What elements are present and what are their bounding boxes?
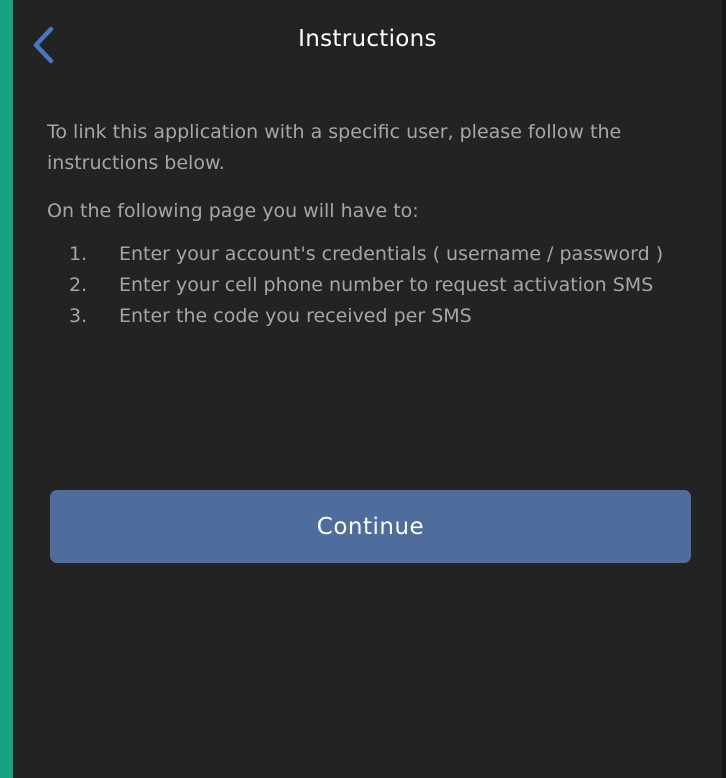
list-item: 1. Enter your account's credentials ( us…: [47, 239, 687, 270]
step-text: Enter your account's credentials ( usern…: [119, 243, 664, 265]
page-title: Instructions: [298, 26, 437, 52]
navigation-bar: Instructions: [13, 0, 722, 90]
step-text: Enter your cell phone number to request …: [119, 274, 654, 296]
steps-lead-text: On the following page you will have to:: [47, 200, 419, 222]
step-text: Enter the code you received per SMS: [119, 305, 472, 327]
step-number: 1.: [69, 243, 88, 265]
steps-list: 1. Enter your account's credentials ( us…: [47, 239, 687, 332]
continue-button[interactable]: Continue: [50, 490, 691, 563]
list-item: 2. Enter your cell phone number to reque…: [47, 270, 687, 301]
intro-text: To link this application with a specific…: [47, 121, 622, 174]
step-number: 2.: [69, 274, 88, 296]
instructions-screen: Instructions To link this application wi…: [13, 0, 722, 778]
instructions-content: To link this application with a specific…: [47, 117, 687, 332]
window-edge-accent: [0, 0, 13, 778]
window-edge-shadow: [722, 0, 726, 778]
list-item: 3. Enter the code you received per SMS: [47, 301, 687, 332]
step-number: 3.: [69, 305, 88, 327]
